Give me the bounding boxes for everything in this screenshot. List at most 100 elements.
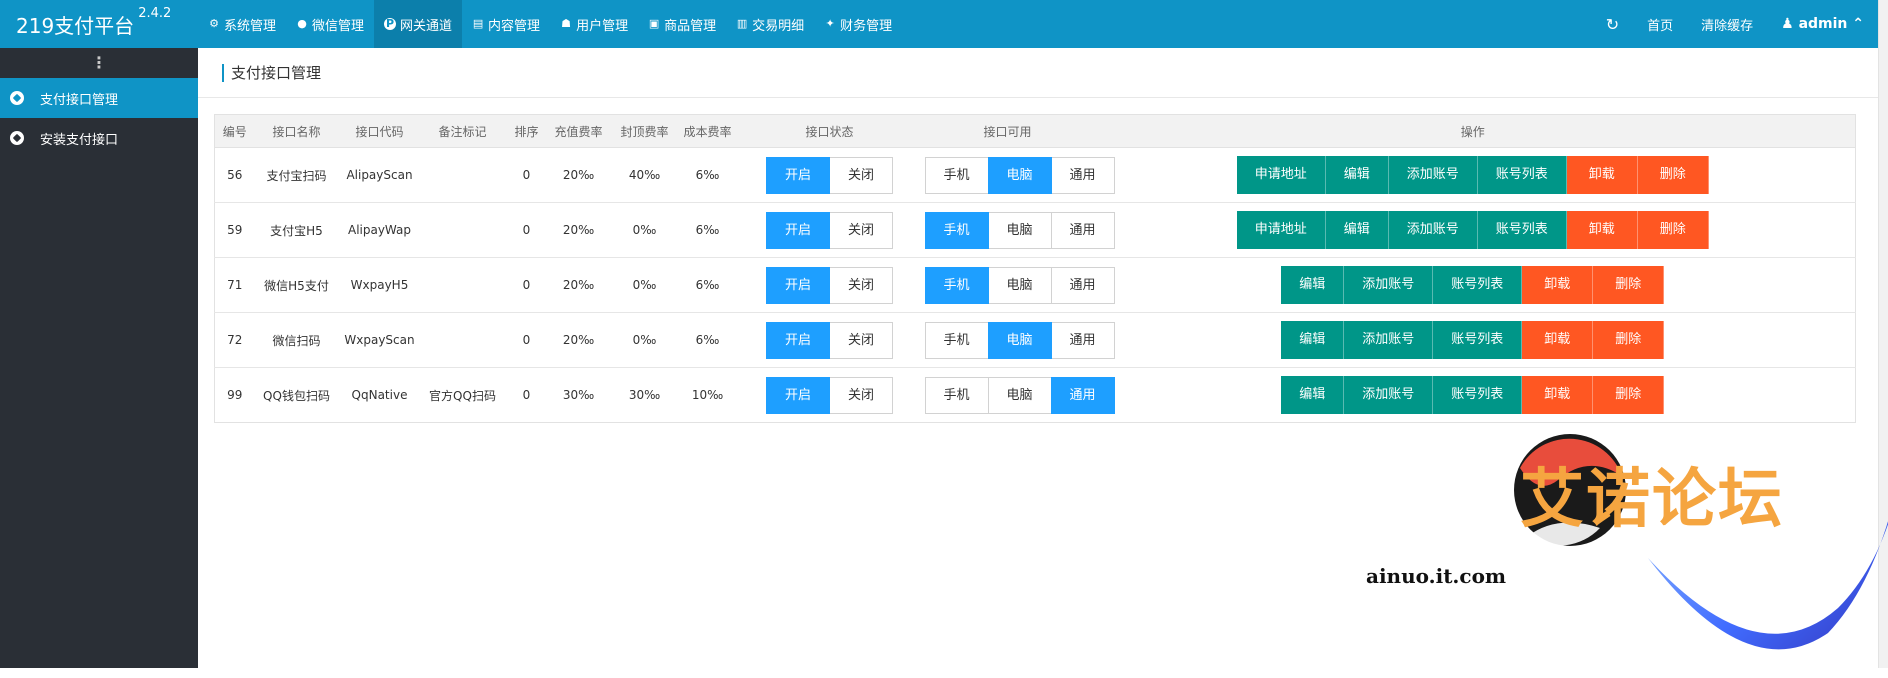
- cell-actions: 申请地址 编辑 添加账号 账号列表 卸载 删除: [1090, 202, 1856, 258]
- action-button[interactable]: 添加账号: [1388, 211, 1478, 249]
- nav-item-label: 商品管理: [664, 18, 717, 34]
- action-button[interactable]: 卸载: [1566, 211, 1638, 249]
- device-all-button[interactable]: 通用: [1050, 156, 1115, 194]
- nav-item-0[interactable]: ⚙ 系统管理: [198, 0, 286, 48]
- action-button[interactable]: 编辑: [1325, 156, 1389, 194]
- action-button[interactable]: 编辑: [1325, 211, 1389, 249]
- cell-device: 手机 电脑 通用: [924, 368, 1115, 423]
- status-on-button[interactable]: 开启: [766, 156, 830, 194]
- device-all-button[interactable]: 通用: [1050, 211, 1115, 249]
- device-mobile-button[interactable]: 手机: [924, 211, 989, 249]
- action-button[interactable]: 添加账号: [1388, 156, 1478, 194]
- nav-item-3[interactable]: ▤ 内容管理: [462, 0, 550, 48]
- cell-rate: 20‰: [548, 147, 609, 203]
- watermark-url: ainuo.it.com: [1366, 564, 1507, 588]
- cell-actions: 编辑 添加账号 账号列表 卸载 删除: [1090, 312, 1856, 368]
- device-desktop-button[interactable]: 电脑: [987, 211, 1052, 249]
- device-all-button[interactable]: 通用: [1050, 321, 1115, 359]
- status-off-button[interactable]: 关闭: [829, 266, 893, 304]
- page-title: 支付接口管理: [222, 64, 321, 82]
- column-header: 接口代码: [338, 114, 421, 148]
- table-row: 71 微信H5支付 WxpayH5 0 20‰ 0‰ 6‰ 开启 关闭 手机 电脑 通用 编辑 添加账号账…: [214, 257, 1856, 313]
- status-on-button[interactable]: 开启: [766, 376, 830, 414]
- nav-item-7[interactable]: ✦ 财务管理: [814, 0, 902, 48]
- nav-item-2[interactable]: P 网关通道: [374, 0, 463, 48]
- cell-cap: 0‰: [608, 312, 681, 368]
- action-button[interactable]: 删除: [1593, 376, 1665, 414]
- device-mobile-button[interactable]: 手机: [924, 266, 989, 304]
- cell-remark: [420, 312, 505, 368]
- action-button[interactable]: 编辑: [1281, 266, 1345, 304]
- wechat-icon: ●: [297, 17, 307, 30]
- status-toggle: 开启 关闭: [766, 321, 893, 359]
- sidebar-toggle[interactable]: ⋮: [0, 48, 198, 78]
- action-button[interactable]: 账号列表: [1477, 156, 1567, 194]
- action-button[interactable]: 删除: [1637, 156, 1709, 194]
- nav-item-label: 系统管理: [224, 18, 277, 34]
- nav-item-4[interactable]: ☗ 用户管理: [550, 0, 638, 48]
- nav-item-6[interactable]: ▥ 交易明细: [726, 0, 814, 48]
- status-off-button[interactable]: 关闭: [829, 156, 893, 194]
- top-bar: 219支付平台2.4.2 ⚙ 系统管理 ● 微信管理 P 网关通道 ▤ 内容管理 ☗ 用户管理 ▣ 商…: [0, 0, 1878, 48]
- nav-item-5[interactable]: ▣ 商品管理: [638, 0, 726, 48]
- action-button[interactable]: 添加账号: [1344, 266, 1434, 304]
- device-toggle: 手机 电脑 通用: [924, 156, 1115, 194]
- home-link[interactable]: 首页: [1647, 15, 1673, 34]
- cell-sort: 0: [504, 202, 549, 258]
- cell-name: 微信扫码: [254, 312, 339, 368]
- action-button[interactable]: 卸载: [1522, 321, 1594, 359]
- page-scrollbar[interactable]: [1878, 0, 1888, 668]
- action-button[interactable]: 卸载: [1522, 376, 1594, 414]
- soccer-ball-icon: [10, 131, 24, 145]
- device-mobile-button[interactable]: 手机: [924, 376, 989, 414]
- action-button[interactable]: 删除: [1593, 321, 1665, 359]
- action-button[interactable]: 编辑: [1281, 376, 1345, 414]
- sidebar-item-0[interactable]: 支付接口管理: [0, 78, 198, 118]
- app-version: 2.4.2: [138, 6, 172, 22]
- nav-item-1[interactable]: ● 微信管理: [286, 0, 374, 48]
- action-button[interactable]: 账号列表: [1433, 376, 1523, 414]
- refresh-icon[interactable]: ↻: [1606, 15, 1619, 34]
- table-body: 56 支付宝扫码 AlipayScan 0 20‰ 40‰ 6‰ 开启 关闭 手机 电脑 通用 申请地址…: [214, 147, 1856, 423]
- status-off-button[interactable]: 关闭: [829, 211, 893, 249]
- action-button[interactable]: 添加账号: [1344, 321, 1434, 359]
- action-button[interactable]: 删除: [1593, 266, 1665, 304]
- status-on-button[interactable]: 开启: [766, 321, 830, 359]
- status-off-button[interactable]: 关闭: [829, 376, 893, 414]
- action-button[interactable]: 账号列表: [1433, 266, 1523, 304]
- sidebar-item-label: 安装支付接口: [40, 132, 119, 148]
- cell-code: WxpayScan: [338, 312, 421, 368]
- status-toggle: 开启 关闭: [766, 266, 893, 304]
- device-desktop-button[interactable]: 电脑: [987, 321, 1052, 359]
- action-button[interactable]: 添加账号: [1344, 376, 1434, 414]
- user-menu[interactable]: ♟ admin ⌃: [1781, 16, 1864, 32]
- action-button[interactable]: 卸载: [1522, 266, 1594, 304]
- money-icon: ✦: [825, 17, 835, 30]
- action-button[interactable]: 申请地址: [1236, 211, 1326, 249]
- device-all-button[interactable]: 通用: [1050, 266, 1115, 304]
- status-off-button[interactable]: 关闭: [829, 321, 893, 359]
- action-button[interactable]: 卸载: [1566, 156, 1638, 194]
- device-desktop-button[interactable]: 电脑: [987, 376, 1052, 414]
- device-mobile-button[interactable]: 手机: [924, 156, 989, 194]
- cell-rate: 20‰: [548, 257, 609, 313]
- status-on-button[interactable]: 开启: [766, 266, 830, 304]
- device-desktop-button[interactable]: 电脑: [987, 156, 1052, 194]
- action-button[interactable]: 删除: [1637, 211, 1709, 249]
- device-all-button[interactable]: 通用: [1050, 376, 1115, 414]
- status-on-button[interactable]: 开启: [766, 211, 830, 249]
- clear-cache-link[interactable]: 清除缓存: [1701, 15, 1753, 34]
- action-button[interactable]: 申请地址: [1236, 156, 1326, 194]
- cell-name: QQ钱包扫码: [263, 388, 330, 403]
- status-toggle: 开启 关闭: [766, 211, 893, 249]
- status-toggle: 开启 关闭: [766, 156, 893, 194]
- device-desktop-button[interactable]: 电脑: [987, 266, 1052, 304]
- cell-id: 59: [214, 202, 255, 258]
- action-button[interactable]: 编辑: [1281, 321, 1345, 359]
- cell-device: 手机 电脑 通用: [924, 312, 1115, 368]
- action-button[interactable]: 账号列表: [1433, 321, 1523, 359]
- sidebar-item-1[interactable]: 安装支付接口: [0, 118, 198, 158]
- app-brand[interactable]: 219支付平台2.4.2: [16, 6, 171, 39]
- device-mobile-button[interactable]: 手机: [924, 321, 989, 359]
- action-button[interactable]: 账号列表: [1477, 211, 1567, 249]
